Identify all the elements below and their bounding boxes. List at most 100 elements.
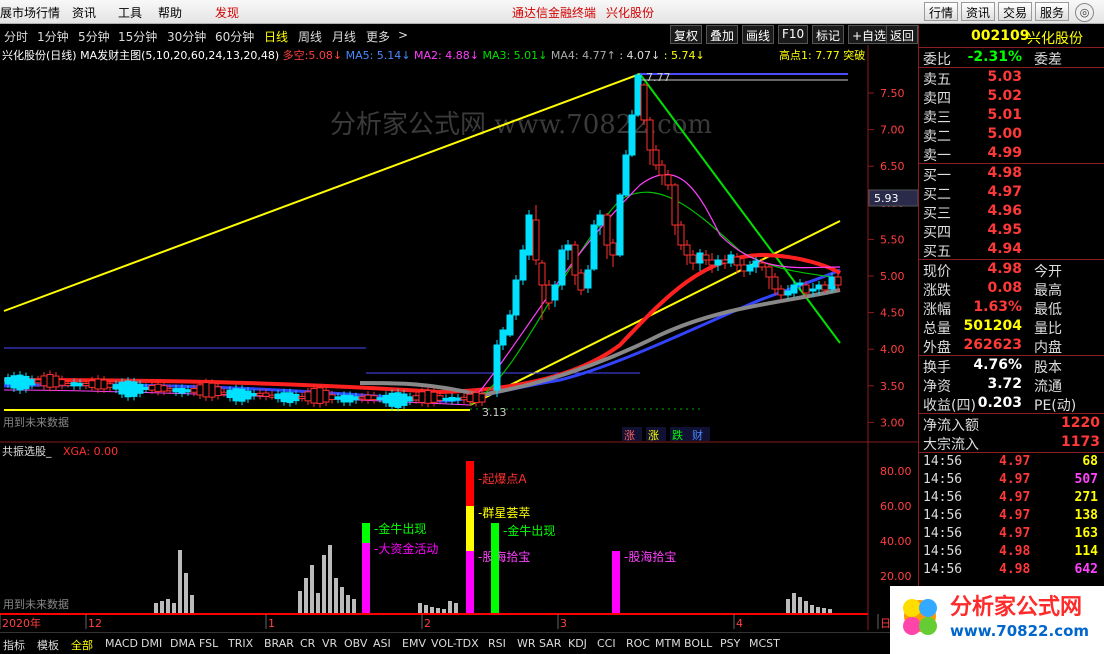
tab-mtm[interactable]: MTM bbox=[655, 637, 681, 650]
tab-psy[interactable]: PSY bbox=[720, 637, 740, 650]
bid-row: 买二 4.97 bbox=[919, 183, 1104, 203]
tab-trix[interactable]: TRIX bbox=[228, 637, 253, 650]
volume-bar bbox=[304, 578, 308, 613]
period-30min[interactable]: 30分钟 bbox=[167, 28, 206, 45]
tab-vol-tdx[interactable]: VOL-TDX bbox=[431, 637, 479, 650]
volume-bar bbox=[442, 609, 446, 613]
candle bbox=[771, 276, 779, 290]
tab-emv[interactable]: EMV bbox=[402, 637, 426, 650]
candle bbox=[202, 382, 210, 398]
mark-button[interactable]: 标记 bbox=[812, 25, 845, 44]
signal-bar bbox=[466, 461, 474, 506]
tab-kdj[interactable]: KDJ bbox=[568, 637, 587, 650]
tab-vr[interactable]: VR bbox=[322, 637, 337, 650]
quote-button[interactable]: 行情 bbox=[924, 2, 959, 21]
sub-title: 共振选股_ bbox=[2, 445, 52, 458]
candle bbox=[664, 174, 672, 186]
tick-price: 4.98 bbox=[999, 544, 1031, 559]
extra2-legend: : 5.74 bbox=[663, 49, 696, 62]
overlay-button[interactable]: 叠加 bbox=[706, 25, 739, 44]
menu-tools[interactable]: 工具 bbox=[118, 4, 142, 21]
chart-area[interactable]: 分析家公式网 www.70822.com 7.507.006.506.005.5… bbox=[0, 45, 918, 630]
candle bbox=[577, 272, 585, 291]
price-tick: 4.50 bbox=[880, 307, 905, 320]
bid-label: 买二 bbox=[923, 187, 951, 203]
menu-news[interactable]: 资讯 bbox=[72, 4, 96, 21]
candle bbox=[280, 392, 288, 403]
breakout-label: 突破 bbox=[843, 49, 866, 62]
draw-button[interactable]: 画线 bbox=[742, 25, 775, 44]
tab-sar[interactable]: SAR bbox=[539, 637, 561, 650]
date-label: 3 bbox=[560, 617, 567, 630]
tab-cci[interactable]: CCI bbox=[597, 637, 616, 650]
candle bbox=[821, 284, 829, 291]
adjust-button[interactable]: 复权 bbox=[670, 25, 703, 44]
tab-obv[interactable]: OBV bbox=[344, 637, 367, 650]
bid-price: 4.97 bbox=[987, 184, 1022, 200]
period-month[interactable]: 月线 bbox=[332, 28, 356, 45]
candle bbox=[106, 383, 114, 388]
period-day[interactable]: 日线 bbox=[264, 28, 288, 45]
kline-chart[interactable]: 分析家公式网 www.70822.com 7.507.006.506.005.5… bbox=[0, 45, 918, 630]
price-tick: 6.50 bbox=[880, 160, 905, 173]
info-button[interactable]: 资讯 bbox=[961, 2, 996, 21]
tab-全部[interactable]: 全部 bbox=[71, 637, 93, 653]
xga-value: XGA: 0.00 bbox=[63, 445, 119, 458]
tab-asi[interactable]: ASI bbox=[373, 637, 391, 650]
volume-bar bbox=[178, 550, 182, 613]
flow-label: 净流入额 bbox=[923, 418, 979, 434]
back-button[interactable]: 返回 bbox=[886, 25, 918, 44]
stat2-label-2: 股本 bbox=[1034, 360, 1062, 376]
tab-指标[interactable]: 指标 bbox=[3, 637, 25, 653]
f10-button[interactable]: F10 bbox=[778, 25, 809, 44]
candle bbox=[532, 219, 540, 261]
tick-qty: 114 bbox=[1074, 544, 1098, 559]
menu-market[interactable]: 展市场行情 bbox=[0, 4, 60, 21]
ask-label: 卖五 bbox=[923, 72, 951, 88]
period-more[interactable]: 更多 bbox=[366, 28, 390, 45]
period-5min[interactable]: 5分钟 bbox=[78, 28, 110, 45]
volume-bar bbox=[418, 603, 422, 613]
circle-icon[interactable]: ◎ bbox=[1075, 3, 1094, 22]
tab-dma[interactable]: DMA bbox=[170, 637, 196, 650]
candle bbox=[418, 391, 426, 403]
tick-qty: 642 bbox=[1074, 562, 1098, 577]
period-1min[interactable]: 1分钟 bbox=[37, 28, 69, 45]
candle bbox=[512, 279, 520, 316]
menu-discover[interactable]: 发现 bbox=[215, 4, 239, 21]
tab-fsl[interactable]: FSL bbox=[199, 637, 218, 650]
candle bbox=[765, 266, 773, 278]
tab-dmi[interactable]: DMI bbox=[141, 637, 162, 650]
trade-button[interactable]: 交易 bbox=[998, 2, 1033, 21]
period-15min[interactable]: 15分钟 bbox=[118, 28, 157, 45]
add-watchlist-button[interactable]: +自选 bbox=[848, 25, 891, 44]
tab-模板[interactable]: 模板 bbox=[37, 637, 59, 653]
candle bbox=[616, 194, 624, 256]
period-week[interactable]: 周线 bbox=[298, 28, 322, 45]
candle bbox=[52, 375, 60, 388]
ma3-legend: MA3: 5.01 bbox=[482, 49, 539, 62]
tab-rsi[interactable]: RSI bbox=[488, 637, 506, 650]
tab-roc[interactable]: ROC bbox=[626, 637, 650, 650]
period-60min[interactable]: 60分钟 bbox=[215, 28, 254, 45]
date-label: 1 bbox=[268, 617, 275, 630]
candle bbox=[154, 383, 162, 392]
menu-help[interactable]: 帮助 bbox=[158, 4, 182, 21]
site-logo: 分析家公式网 www.70822.com bbox=[890, 586, 1104, 654]
tab-brar[interactable]: BRAR bbox=[264, 637, 294, 650]
candle bbox=[721, 259, 729, 264]
tab-macd[interactable]: MACD bbox=[105, 637, 138, 650]
stat-value: 262623 bbox=[963, 337, 1022, 353]
candle bbox=[268, 394, 276, 398]
period-tick[interactable]: 分时 bbox=[4, 28, 28, 45]
high-legend: 高点1: 7.77 突破 bbox=[779, 47, 865, 63]
tab-wr[interactable]: WR bbox=[517, 637, 536, 650]
tab-mcst[interactable]: MCST bbox=[749, 637, 780, 650]
candle bbox=[352, 396, 360, 401]
service-button[interactable]: 服务 bbox=[1035, 2, 1070, 21]
chevron-right-icon[interactable]: > bbox=[398, 28, 408, 42]
stock-title-link[interactable]: 兴化股份 bbox=[606, 4, 654, 21]
tab-boll[interactable]: BOLL bbox=[684, 637, 712, 650]
tab-cr[interactable]: CR bbox=[300, 637, 315, 650]
stat2-value: 0.203 bbox=[977, 395, 1022, 411]
